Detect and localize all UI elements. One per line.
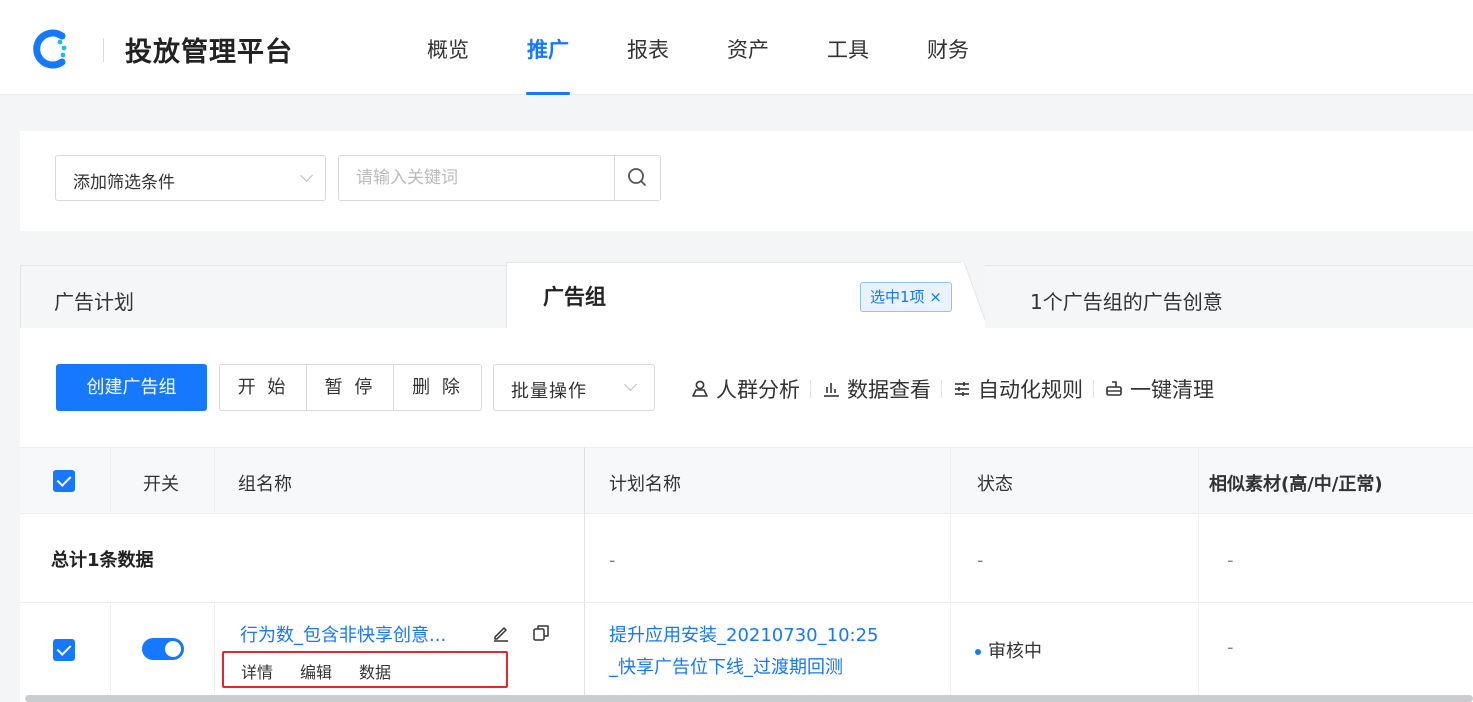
tab-ad-plan-label: 广告计划 <box>54 290 134 314</box>
platform-title: 投放管理平台 <box>125 37 293 68</box>
nav-tools[interactable]: 工具 <box>827 34 869 95</box>
main-nav: 概览 推广 报表 资产 工具 财务 <box>427 34 1027 95</box>
platform-logo-icon[interactable] <box>30 27 74 71</box>
row-checkbox[interactable] <box>53 639 75 661</box>
chevron-down-icon <box>624 378 637 391</box>
group-name-link[interactable]: 行为数_包含非快享创意... <box>240 621 446 647</box>
total-plan-name: - <box>609 550 616 571</box>
sliders-icon <box>955 382 969 396</box>
add-filter-dropdown[interactable]: 添加筛选条件 <box>55 155 326 201</box>
pause-button[interactable]: 暂 停 <box>307 365 394 410</box>
bulk-operations-dropdown[interactable]: 批量操作 <box>493 364 655 411</box>
column-header-switch: 开关 <box>143 474 179 495</box>
nav-reports[interactable]: 报表 <box>627 34 669 95</box>
audience-analysis-label: 人群分析 <box>716 378 800 402</box>
start-button[interactable]: 开 始 <box>220 365 307 410</box>
search-icon <box>628 168 646 186</box>
plan-name-link-line-1[interactable]: 提升应用安装_20210730_10:25 <box>609 621 879 647</box>
add-filter-label: 添加筛选条件 <box>73 173 175 193</box>
tab-ad-plan[interactable]: 广告计划 <box>20 265 506 328</box>
column-header-similar-materials: 相似素材(高/中/正常) <box>1209 474 1383 495</box>
chevron-down-icon <box>300 169 313 182</box>
row-edit-link[interactable]: 编辑 <box>300 659 332 683</box>
column-header-plan-name: 计划名称 <box>609 474 681 495</box>
column-header-group-name: 组名称 <box>238 474 292 495</box>
row-status-text: 审核中 <box>988 641 1042 662</box>
row-similar: - <box>1227 637 1234 658</box>
one-click-clean-link[interactable]: 一键清理 <box>1104 374 1214 404</box>
horizontal-scrollbar[interactable] <box>25 695 1473 702</box>
search-button[interactable] <box>614 156 660 200</box>
keyword-search <box>338 155 661 201</box>
broom-icon <box>1106 381 1122 396</box>
nav-finance[interactable]: 财务 <box>927 34 969 95</box>
tool-links: 人群分析 数据查看 自动化规则 一键清理 <box>690 374 1214 404</box>
total-count-label: 总计1条数据 <box>51 550 154 571</box>
status-button-group: 开 始 暂 停 删 除 <box>219 364 482 411</box>
nav-promotion[interactable]: 推广 <box>526 34 570 95</box>
total-status: - <box>977 550 984 571</box>
tool-divider <box>810 380 811 398</box>
tab-ad-creative-label: 1个广告组的广告创意 <box>1030 290 1223 314</box>
nav-overview[interactable]: 概览 <box>427 34 469 95</box>
audience-analysis-link[interactable]: 人群分析 <box>690 374 800 404</box>
tab-ad-group[interactable]: 广告组 选中1项 × <box>506 262 964 328</box>
delete-button[interactable]: 删 除 <box>394 365 481 410</box>
tool-divider <box>1093 380 1094 398</box>
top-navigation-bar: 投放管理平台 概览 推广 报表 资产 工具 财务 <box>0 0 1473 95</box>
level-tabs: 广告计划 广告组 选中1项 × 1个广告组的广告创意 <box>20 262 1473 328</box>
nav-assets[interactable]: 资产 <box>727 34 769 95</box>
table-header: 开关 组名称 计划名称 状态 相似素材(高/中/正常) <box>20 447 1473 514</box>
data-view-label: 数据查看 <box>847 378 931 402</box>
tab-ad-group-label: 广告组 <box>543 285 606 309</box>
bulk-operations-label: 批量操作 <box>511 381 587 402</box>
column-divider <box>214 447 215 514</box>
plan-name-link-line-2[interactable]: _快享广告位下线_过渡期回测 <box>609 653 843 679</box>
status-dot-icon <box>975 649 981 655</box>
one-click-clean-label: 一键清理 <box>1130 378 1214 402</box>
logo-divider <box>103 38 104 62</box>
column-divider <box>110 447 111 514</box>
filter-panel: 添加筛选条件 <box>20 131 1473 231</box>
user-icon <box>692 380 708 397</box>
row-status-toggle[interactable] <box>142 638 184 660</box>
select-all-checkbox[interactable] <box>53 470 75 492</box>
create-ad-group-button[interactable]: 创建广告组 <box>56 364 207 411</box>
row-status: 审核中 <box>975 637 1042 663</box>
selected-count-badge[interactable]: 选中1项 × <box>860 282 952 312</box>
tab-ad-creative[interactable]: 1个广告组的广告创意 <box>985 265 1473 328</box>
bar-chart-icon <box>824 383 839 397</box>
automation-rules-link[interactable]: 自动化规则 <box>952 374 1083 404</box>
table-row: 行为数_包含非快享创意... 详情 编辑 数据 提升应用安装_20210730_… <box>20 603 1473 692</box>
copy-icon[interactable] <box>531 623 551 643</box>
row-data-link[interactable]: 数据 <box>359 659 391 683</box>
data-view-link[interactable]: 数据查看 <box>821 374 931 404</box>
row-actions-highlight: 详情 编辑 数据 <box>222 651 508 688</box>
row-detail-link[interactable]: 详情 <box>241 659 273 683</box>
tool-divider <box>941 380 942 398</box>
ad-group-content: 创建广告组 开 始 暂 停 删 除 批量操作 人群分析 数据查看 自动化规则 一… <box>20 328 1473 702</box>
edit-pencil-icon[interactable] <box>491 623 511 643</box>
keyword-search-input[interactable] <box>339 156 614 200</box>
total-similar: - <box>1227 550 1234 571</box>
automation-rules-label: 自动化规则 <box>978 378 1083 402</box>
column-header-status: 状态 <box>977 474 1013 495</box>
table-total-row: 总计1条数据 - - - <box>20 514 1473 603</box>
